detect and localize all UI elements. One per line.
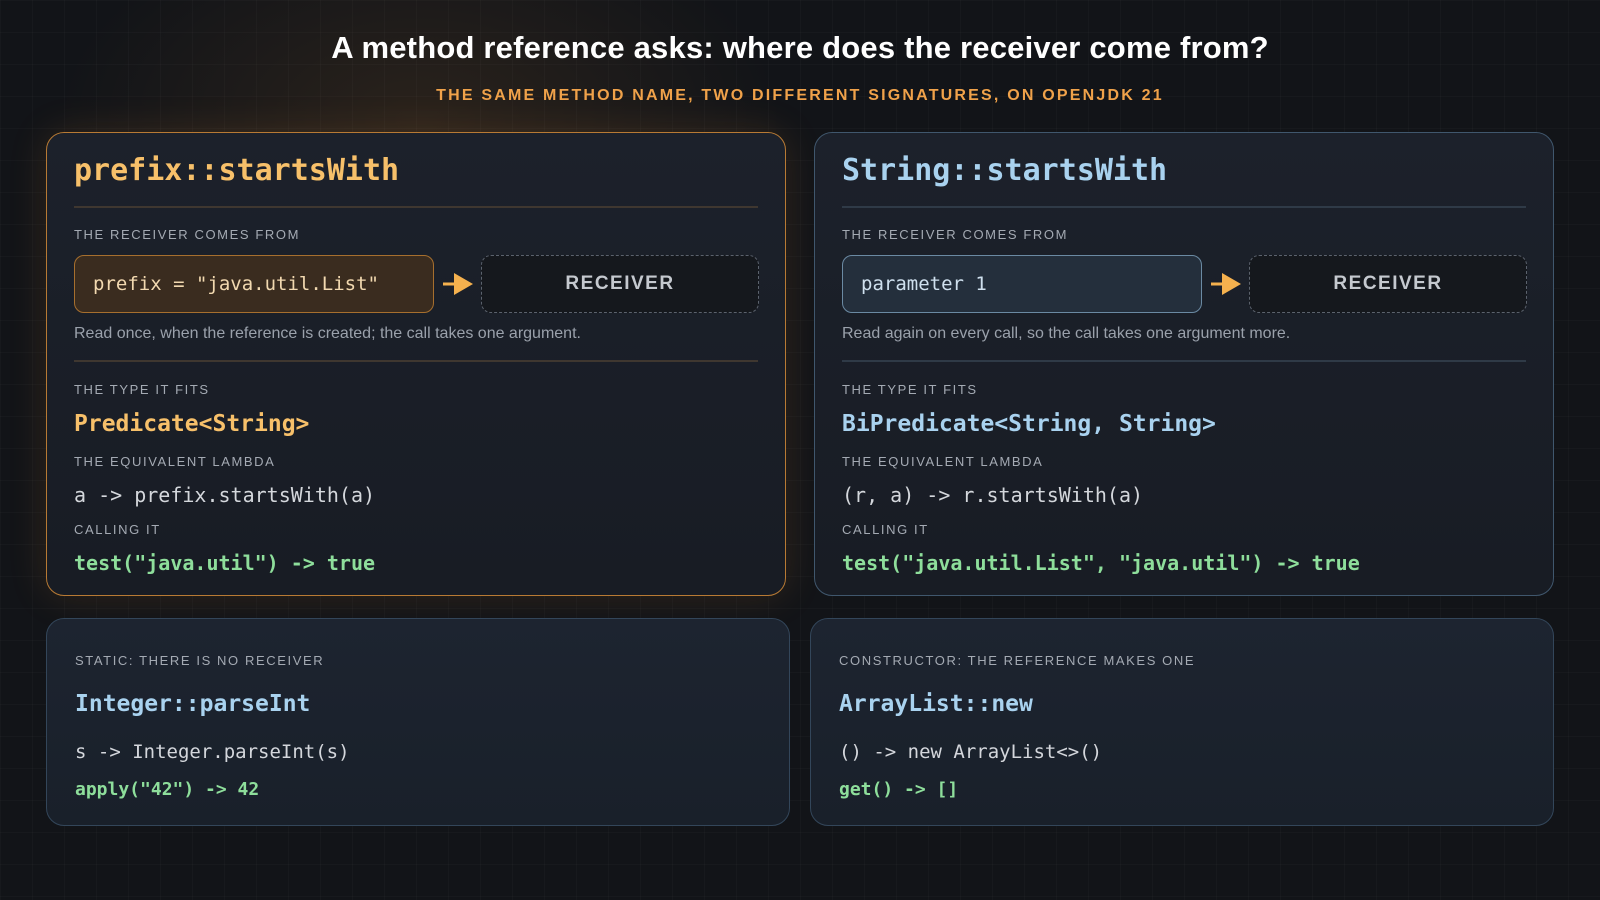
page-subtitle: THE SAME METHOD NAME, TWO DIFFERENT SIGN… <box>436 87 1164 104</box>
lambda-label: THE EQUIVALENT LAMBDA <box>74 454 276 469</box>
receiver-box: RECEIVER <box>481 255 759 313</box>
receiver-source-text: prefix = "java.util.List" <box>93 273 379 295</box>
call-example: apply("42") -> 42 <box>75 779 260 800</box>
static-reference-card: STATIC: THERE IS NO RECEIVER Integer::pa… <box>46 618 790 826</box>
equivalent-lambda: (r, a) -> r.startsWith(a) <box>842 483 1144 507</box>
call-label: CALLING IT <box>842 522 929 537</box>
lambda-label: THE EQUIVALENT LAMBDA <box>842 454 1044 469</box>
type-label: THE TYPE IT FITS <box>74 382 210 397</box>
equivalent-lambda: s -> Integer.parseInt(s) <box>75 741 350 763</box>
receiver-box-label: RECEIVER <box>565 273 675 294</box>
unbound-reference-card: String::startsWith THE RECEIVER COMES FR… <box>814 132 1554 596</box>
functional-type: Predicate<String> <box>74 411 310 437</box>
call-example: get() -> [] <box>839 779 959 800</box>
card-title: ArrayList::new <box>839 691 1033 717</box>
equivalent-lambda: a -> prefix.startsWith(a) <box>74 483 376 507</box>
receiver-label: THE RECEIVER COMES FROM <box>842 227 1069 242</box>
receiver-source-box: parameter 1 <box>842 255 1202 313</box>
receiver-box-label: RECEIVER <box>1333 273 1443 294</box>
card-title: String::startsWith <box>842 153 1168 188</box>
receiver-label: THE RECEIVER COMES FROM <box>74 227 301 242</box>
arrow-right-icon <box>1211 273 1241 295</box>
card-label: STATIC: THERE IS NO RECEIVER <box>75 653 325 668</box>
functional-type: BiPredicate<String, String> <box>842 411 1216 437</box>
card-label: CONSTRUCTOR: THE REFERENCE MAKES ONE <box>839 653 1196 668</box>
divider <box>842 206 1526 208</box>
receiver-box: RECEIVER <box>1249 255 1527 313</box>
call-example: test("java.util.List", "java.util") -> t… <box>842 551 1360 575</box>
page-title: A method reference asks: where does the … <box>331 30 1269 65</box>
receiver-note: Read again on every call, so the call ta… <box>842 325 1291 342</box>
card-title: Integer::parseInt <box>75 691 311 717</box>
divider <box>74 206 758 208</box>
bound-reference-card: prefix::startsWith THE RECEIVER COMES FR… <box>46 132 786 596</box>
call-example: test("java.util") -> true <box>74 551 376 575</box>
divider <box>842 360 1526 362</box>
receiver-source-text: parameter 1 <box>861 273 987 295</box>
equivalent-lambda: () -> new ArrayList<>() <box>839 741 1103 763</box>
type-label: THE TYPE IT FITS <box>842 382 978 397</box>
card-title: prefix::startsWith <box>74 153 400 188</box>
constructor-reference-card: CONSTRUCTOR: THE REFERENCE MAKES ONE Arr… <box>810 618 1554 826</box>
call-label: CALLING IT <box>74 522 161 537</box>
receiver-source-box: prefix = "java.util.List" <box>74 255 434 313</box>
arrow-right-icon <box>443 273 473 295</box>
receiver-note: Read once, when the reference is created… <box>74 325 581 342</box>
divider <box>74 360 758 362</box>
